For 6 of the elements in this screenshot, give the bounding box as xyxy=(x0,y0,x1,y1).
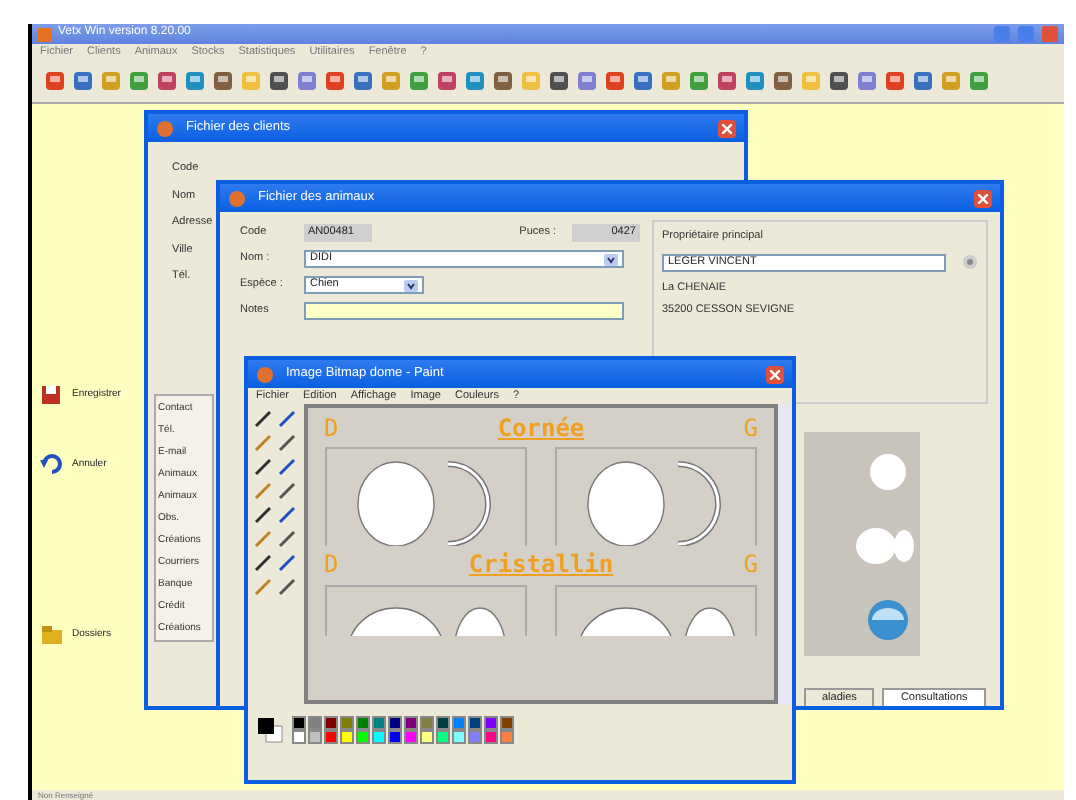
section-title: Cornée xyxy=(497,414,585,443)
section-title: Cristallin xyxy=(468,550,614,580)
side-label: G xyxy=(743,550,758,580)
side-label: D xyxy=(324,550,339,580)
side-label: D xyxy=(324,414,339,443)
side-label: G xyxy=(743,414,758,443)
